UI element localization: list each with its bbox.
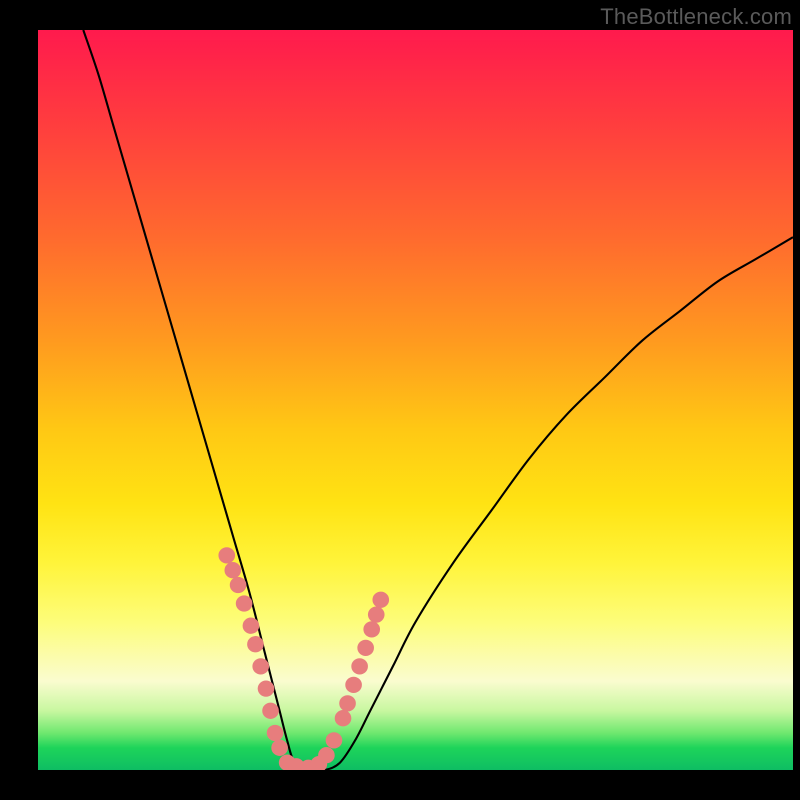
marker-dot [351,658,368,674]
bottleneck-curve [83,30,793,770]
dot-cluster [218,547,389,770]
plot-area [38,30,793,770]
marker-dot [357,640,374,656]
marker-dot [339,695,356,711]
marker-dot [363,621,380,637]
marker-dot [267,725,284,741]
marker-dot [258,680,275,696]
marker-dot [271,740,288,756]
marker-dot [372,592,389,608]
marker-dot [224,562,241,578]
marker-dot [236,595,253,611]
marker-dot [318,747,335,763]
chart-frame: TheBottleneck.com [0,0,800,800]
marker-dot [335,710,352,726]
marker-dot [247,636,264,652]
curve-svg [38,30,793,770]
marker-dot [326,732,343,748]
marker-dot [252,658,269,674]
marker-dot [345,677,362,693]
marker-dot [368,606,385,622]
marker-dot [218,547,235,563]
marker-dot [262,703,279,719]
watermark-text: TheBottleneck.com [600,4,792,30]
marker-dot [243,618,260,634]
marker-dot [230,577,247,593]
